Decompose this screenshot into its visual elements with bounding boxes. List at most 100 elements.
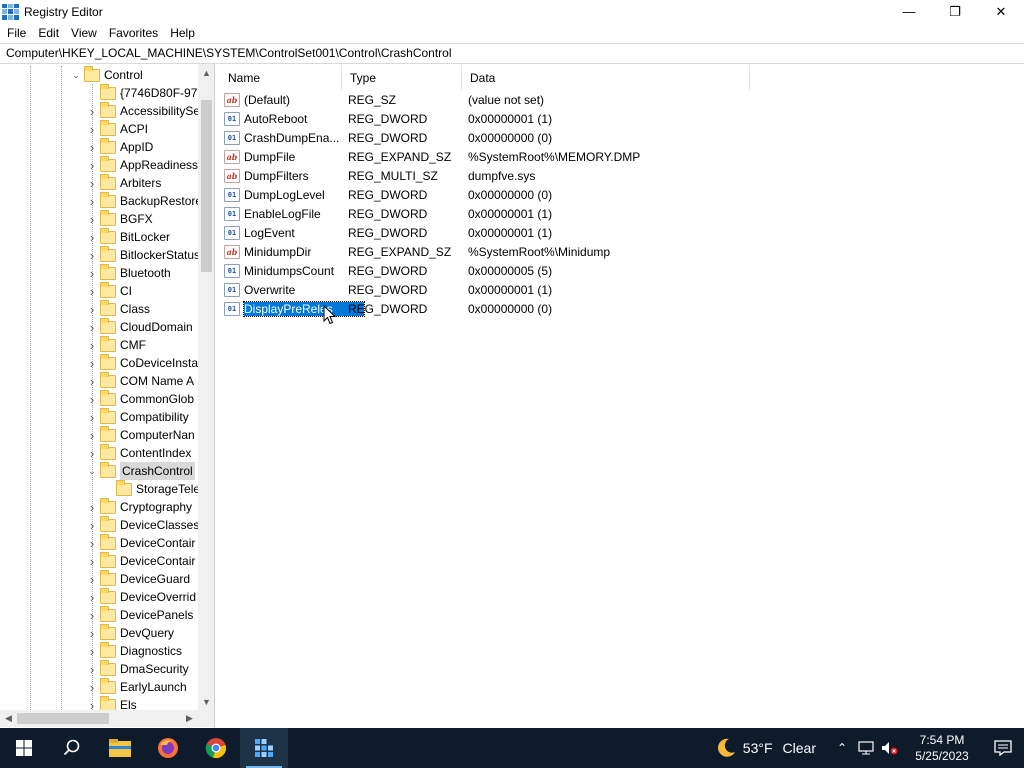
expand-icon[interactable]: › — [86, 552, 98, 570]
expand-icon[interactable]: › — [86, 174, 98, 192]
value-row[interactable]: ab (Default) REG_SZ (value not set) — [224, 90, 754, 109]
column-header-type[interactable]: Type — [342, 66, 462, 90]
scroll-right-icon[interactable]: ▶ — [181, 710, 198, 727]
menu-file[interactable]: File — [0, 23, 32, 43]
tree-item[interactable]: › AppReadiness — [86, 155, 198, 174]
maximize-button[interactable]: ❐ — [932, 0, 978, 23]
expand-icon[interactable]: › — [86, 660, 98, 678]
expand-icon[interactable]: › — [86, 588, 98, 606]
value-row[interactable]: 01 LogEvent REG_DWORD 0x00000001 (1) — [224, 223, 754, 242]
tree-item[interactable]: {7746D80F-97E — [86, 83, 198, 102]
tree-item[interactable]: › DeviceOverrid — [86, 587, 196, 606]
column-header-data[interactable]: Data — [462, 66, 750, 90]
menu-favorites[interactable]: Favorites — [103, 23, 164, 43]
tree-horizontal-scrollbar[interactable]: ◀ ▶ — [0, 710, 198, 727]
expand-icon[interactable]: › — [86, 408, 98, 426]
minimize-button[interactable]: — — [886, 0, 932, 23]
tree-item[interactable]: › COM Name A — [86, 371, 194, 390]
expand-icon[interactable]: › — [86, 426, 98, 444]
search-button[interactable] — [48, 728, 96, 768]
tree-item[interactable]: › DeviceClasses — [86, 515, 198, 534]
volume-muted-icon[interactable] — [878, 728, 902, 768]
tree-item[interactable]: › ComputerNan — [86, 425, 195, 444]
expand-icon[interactable]: › — [86, 210, 98, 228]
menu-view[interactable]: View — [65, 23, 103, 43]
moon-weather-icon[interactable] — [715, 737, 737, 759]
expand-icon[interactable]: › — [86, 300, 98, 318]
scroll-up-icon[interactable]: ▲ — [198, 64, 214, 81]
expand-icon[interactable]: › — [86, 282, 98, 300]
tree-item[interactable]: › DevicePanels — [86, 605, 193, 624]
address-bar[interactable]: Computer\HKEY_LOCAL_MACHINE\SYSTEM\Contr… — [0, 43, 1024, 64]
expand-icon[interactable]: › — [86, 606, 98, 624]
weather-condition[interactable]: Clear — [783, 740, 816, 756]
value-row[interactable]: ab DumpFilters REG_MULTI_SZ dumpfve.sys — [224, 166, 754, 185]
start-button[interactable] — [0, 728, 48, 768]
tree-item[interactable]: › ContentIndex — [86, 443, 191, 462]
tree-item[interactable]: › Cryptography — [86, 497, 192, 516]
network-icon[interactable] — [854, 728, 878, 768]
expand-icon[interactable]: › — [86, 192, 98, 210]
expand-icon[interactable]: › — [86, 642, 98, 660]
tree-item[interactable]: › AccessibilitySe — [86, 101, 198, 120]
tree-item[interactable]: › CMF — [86, 335, 146, 354]
expand-icon[interactable]: › — [86, 498, 98, 516]
tree-vertical-scrollbar[interactable]: ▲ ▼ — [198, 64, 214, 712]
tree-item[interactable]: › ACPI — [86, 119, 148, 138]
tree-item[interactable]: › EarlyLaunch — [86, 677, 187, 696]
tree-item[interactable]: › BGFX — [86, 209, 153, 228]
tree-item[interactable]: › DeviceGuard — [86, 569, 190, 588]
chevron-up-icon[interactable]: ⌃ — [830, 728, 854, 768]
expand-icon[interactable]: › — [86, 246, 98, 264]
tree-item-control[interactable]: ⌄ Control — [70, 66, 143, 84]
tree-item[interactable]: › DmaSecurity — [86, 659, 189, 678]
expand-icon[interactable]: › — [86, 102, 98, 120]
value-row[interactable]: 01 AutoReboot REG_DWORD 0x00000001 (1) — [224, 109, 754, 128]
scroll-down-icon[interactable]: ▼ — [198, 693, 214, 710]
tree-item[interactable]: › CI — [86, 281, 132, 300]
expand-icon[interactable]: › — [86, 120, 98, 138]
tree-item[interactable]: › Arbiters — [86, 173, 161, 192]
weather-temperature[interactable]: 53°F — [743, 740, 773, 756]
chrome-button[interactable] — [192, 728, 240, 768]
expand-icon[interactable]: › — [86, 678, 98, 696]
tree-item[interactable]: › DevQuery — [86, 623, 174, 642]
tree-item[interactable]: ⌄ CrashControl — [86, 461, 195, 480]
collapse-icon[interactable]: ⌄ — [70, 66, 82, 84]
menu-help[interactable]: Help — [164, 23, 201, 43]
scroll-thumb[interactable] — [17, 713, 109, 724]
value-row[interactable]: 01 DumpLogLevel REG_DWORD 0x00000000 (0) — [224, 185, 754, 204]
expand-icon[interactable]: › — [86, 390, 98, 408]
column-header-name[interactable]: Name — [220, 66, 342, 90]
tree-item[interactable]: › CoDeviceInsta — [86, 353, 198, 372]
value-row[interactable]: 01 Overwrite REG_DWORD 0x00000001 (1) — [224, 280, 754, 299]
tree-item[interactable]: › DeviceContair — [86, 551, 195, 570]
expand-icon[interactable]: › — [86, 336, 98, 354]
tree-item[interactable]: › DeviceContair — [86, 533, 195, 552]
expand-icon[interactable]: › — [86, 534, 98, 552]
value-row[interactable]: 01 DisplayPreReles REG_DWORD 0x00000000 (0) — [224, 299, 754, 318]
clock[interactable]: 7:54 PM 5/25/2023 — [902, 732, 982, 764]
expand-icon[interactable]: › — [86, 138, 98, 156]
tree-item[interactable]: › BitlockerStatus — [86, 245, 198, 264]
expand-icon[interactable]: › — [86, 516, 98, 534]
expand-icon[interactable]: › — [86, 156, 98, 174]
expand-icon[interactable]: › — [86, 228, 98, 246]
expand-icon[interactable]: › — [86, 264, 98, 282]
close-button[interactable]: ✕ — [978, 0, 1024, 23]
firefox-button[interactable] — [144, 728, 192, 768]
value-row[interactable]: 01 CrashDumpEna... REG_DWORD 0x00000000 (0) — [224, 128, 754, 147]
tree-item[interactable]: › BackupRestore — [86, 191, 198, 210]
scroll-left-icon[interactable]: ◀ — [0, 710, 17, 727]
registry-editor-taskbar-button[interactable] — [240, 728, 288, 768]
tree-item[interactable]: › AppID — [86, 137, 153, 156]
tree-item[interactable]: › Class — [86, 299, 150, 318]
expand-icon[interactable]: › — [86, 372, 98, 390]
collapse-icon[interactable]: ⌄ — [86, 462, 98, 480]
notification-button[interactable] — [982, 728, 1024, 768]
tree-item[interactable]: › CommonGlob — [86, 389, 194, 408]
tree-item[interactable]: StorageTele — [102, 479, 198, 498]
tree-item[interactable]: › BitLocker — [86, 227, 170, 246]
file-explorer-button[interactable] — [96, 728, 144, 768]
tree-item[interactable]: › CloudDomain — [86, 317, 193, 336]
